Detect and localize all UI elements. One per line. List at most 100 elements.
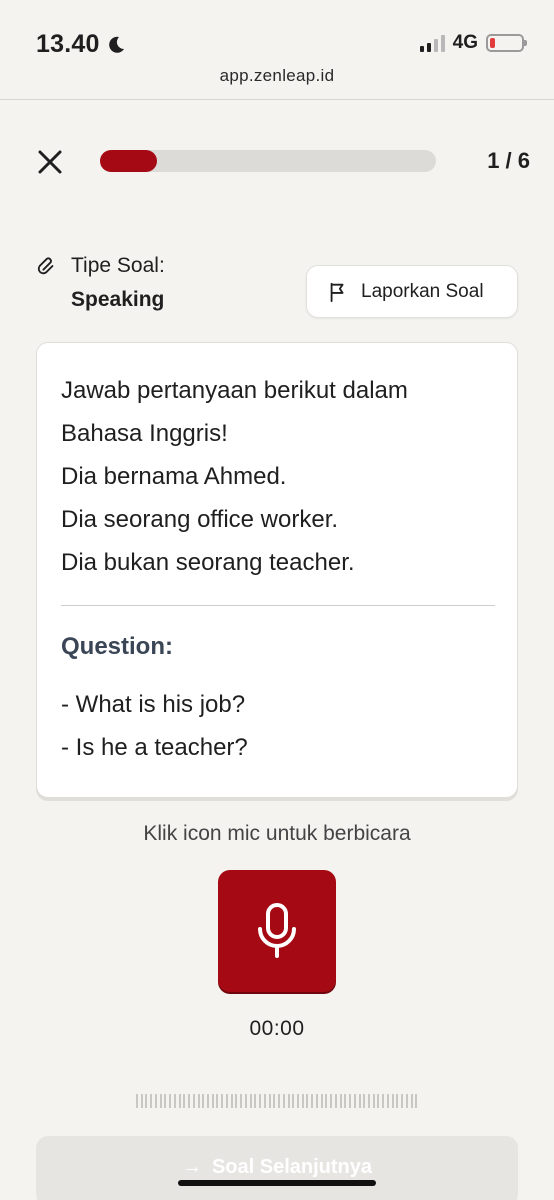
waveform-bar bbox=[405, 1094, 408, 1108]
flag-icon bbox=[330, 282, 344, 302]
waveform-bar bbox=[273, 1094, 276, 1108]
instruction-line: Dia bukan seorang teacher. bbox=[61, 549, 355, 576]
waveform-bar bbox=[306, 1094, 309, 1108]
waveform-bar bbox=[178, 1094, 181, 1108]
waveform-bar bbox=[244, 1094, 247, 1108]
waveform-bar bbox=[140, 1094, 143, 1108]
waveform-bar bbox=[169, 1094, 172, 1108]
waveform-bar bbox=[287, 1094, 290, 1108]
progress-count: 1 / 6 bbox=[487, 148, 530, 173]
report-button-label: Laporkan Soal bbox=[361, 280, 484, 302]
waveform-bar bbox=[349, 1094, 352, 1108]
waveform-bar bbox=[410, 1094, 413, 1108]
signal-icon bbox=[419, 34, 445, 52]
card-divider bbox=[61, 605, 495, 606]
waveform-bar bbox=[372, 1094, 375, 1108]
waveform-bar bbox=[225, 1094, 228, 1108]
next-question-button[interactable]: → Soal Selanjutnya bbox=[36, 1136, 518, 1200]
waveform-bar bbox=[282, 1094, 285, 1108]
waveform-bar bbox=[334, 1094, 337, 1108]
question-type-label: Tipe Soal: bbox=[71, 254, 165, 277]
instruction-line: Dia bernama Ahmed. bbox=[61, 463, 287, 490]
waveform-bar bbox=[159, 1094, 162, 1108]
waveform-bar bbox=[136, 1094, 138, 1108]
waveform-bar bbox=[415, 1094, 418, 1108]
waveform-bar bbox=[363, 1094, 366, 1108]
waveform-bar bbox=[192, 1094, 195, 1108]
status-icons: 4G bbox=[419, 32, 527, 54]
next-button-label: Soal Selanjutnya bbox=[211, 1156, 373, 1178]
waveform-bar bbox=[197, 1094, 200, 1108]
waveform-bar bbox=[339, 1094, 342, 1108]
waveform-bar bbox=[221, 1094, 224, 1108]
waveform-bar bbox=[263, 1094, 266, 1108]
waveform-bar bbox=[367, 1094, 370, 1108]
question-list: - What is his job? - Is he a teacher? bbox=[61, 683, 248, 769]
paperclip-icon bbox=[37, 257, 54, 275]
microphone-icon bbox=[258, 903, 296, 958]
waveform-bar bbox=[325, 1094, 328, 1108]
url-bar[interactable]: app.zenleap.id bbox=[0, 66, 554, 86]
instruction-line: Dia seorang office worker. bbox=[61, 506, 339, 533]
question-type-value: Speaking bbox=[71, 288, 165, 311]
waveform-bar bbox=[188, 1094, 191, 1108]
waveform-bar bbox=[358, 1094, 361, 1108]
waveform-bar bbox=[268, 1094, 271, 1108]
network-label: 4G bbox=[452, 32, 478, 53]
arrow-right-icon: → bbox=[181, 1156, 202, 1178]
waveform-bar bbox=[235, 1094, 238, 1108]
waveform-bar bbox=[211, 1094, 214, 1108]
waveform-bar bbox=[344, 1094, 347, 1108]
waveform-bar bbox=[292, 1094, 295, 1108]
waveform-bar bbox=[377, 1094, 380, 1108]
waveform-bar bbox=[278, 1094, 281, 1108]
status-time: 13.40 bbox=[36, 30, 126, 59]
waveform-bar bbox=[150, 1094, 153, 1108]
home-indicator bbox=[178, 1180, 376, 1186]
instruction-line: Bahasa Inggris! bbox=[61, 420, 228, 447]
progress-bar bbox=[100, 150, 436, 172]
waveform-bar bbox=[382, 1094, 385, 1108]
question-item: - Is he a teacher? bbox=[61, 734, 248, 761]
waveform-bar bbox=[254, 1094, 257, 1108]
waveform-bar bbox=[230, 1094, 233, 1108]
battery-icon bbox=[486, 34, 527, 52]
waveform-bar bbox=[202, 1094, 205, 1108]
instruction-line: Jawab pertanyaan berikut dalam bbox=[61, 377, 408, 404]
report-question-button[interactable]: Laporkan Soal bbox=[306, 265, 518, 318]
question-card: Jawab pertanyaan berikut dalam Bahasa In… bbox=[36, 342, 518, 798]
time-text: 13.40 bbox=[36, 30, 100, 58]
waveform-bar bbox=[396, 1094, 399, 1108]
waveform-bar bbox=[311, 1094, 314, 1108]
waveform-bar bbox=[183, 1094, 186, 1108]
close-icon[interactable] bbox=[34, 146, 66, 178]
question-item: - What is his job? bbox=[61, 691, 246, 718]
moon-icon bbox=[108, 36, 124, 53]
mic-hint: Klik icon mic untuk berbicara bbox=[143, 822, 411, 845]
waveform-bar bbox=[259, 1094, 262, 1108]
status-bar: 13.40 4G app.zenleap.id bbox=[0, 0, 554, 100]
waveform-bar bbox=[249, 1094, 252, 1108]
waveform-bar bbox=[207, 1094, 210, 1108]
recording-timer: 00:00 bbox=[249, 1017, 305, 1040]
waveform-bar bbox=[401, 1094, 404, 1108]
waveform-bar bbox=[386, 1094, 389, 1108]
waveform-bar bbox=[315, 1094, 318, 1108]
waveform-bar bbox=[353, 1094, 356, 1108]
waveform-bar bbox=[173, 1094, 176, 1108]
waveform-bar bbox=[301, 1094, 304, 1108]
waveform-bar bbox=[240, 1094, 243, 1108]
waveform-bar bbox=[216, 1094, 219, 1108]
progress-fill bbox=[100, 150, 158, 172]
waveform-bar bbox=[154, 1094, 157, 1108]
waveform-bar bbox=[330, 1094, 333, 1108]
waveform-bar bbox=[391, 1094, 394, 1108]
waveform-bar bbox=[145, 1094, 148, 1108]
record-button[interactable] bbox=[218, 870, 336, 992]
audio-waveform bbox=[136, 1094, 418, 1108]
question-heading: Question: bbox=[61, 633, 173, 660]
instruction-text: Jawab pertanyaan berikut dalam Bahasa In… bbox=[61, 369, 501, 584]
waveform-bar bbox=[164, 1094, 167, 1108]
waveform-bar bbox=[320, 1094, 323, 1108]
waveform-bar bbox=[296, 1094, 299, 1108]
